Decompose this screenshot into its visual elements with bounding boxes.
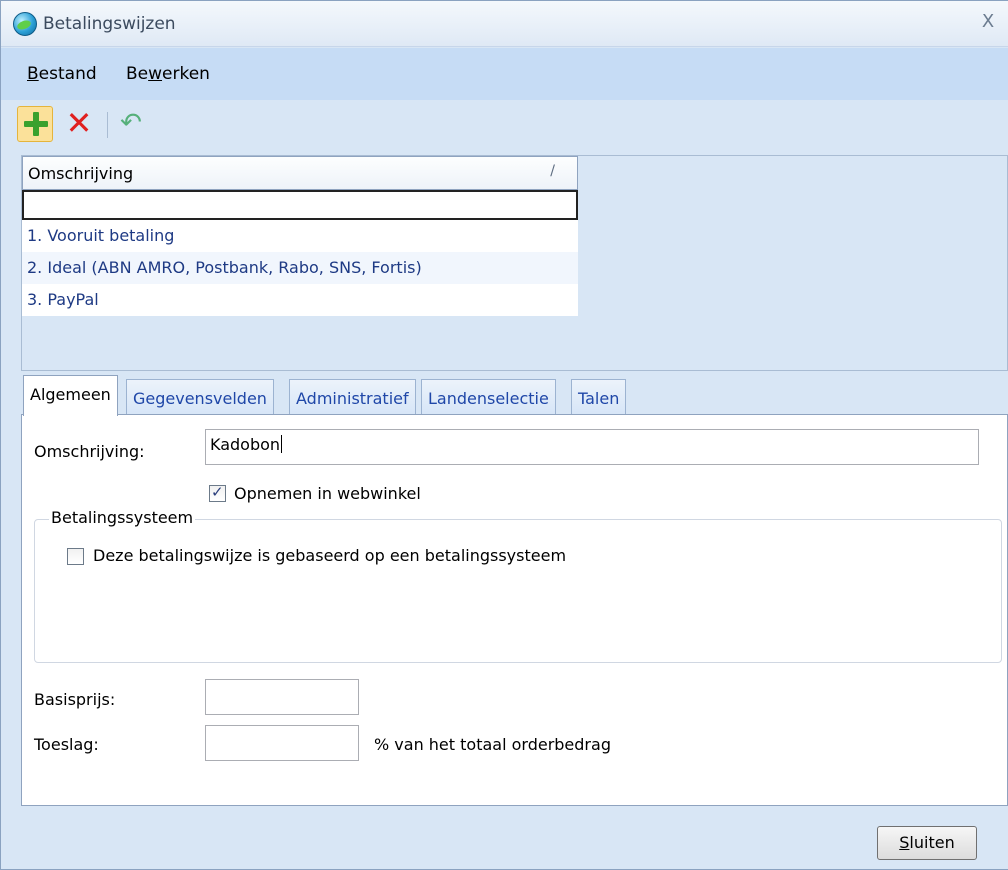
menu-bewerken[interactable]: Bewerken [126,64,210,84]
tab-talen[interactable]: Talen [571,379,627,415]
delete-icon[interactable]: ✕ [61,106,97,142]
table-row[interactable]: 3. PayPal [22,284,578,316]
omschrijving-label: Omschrijving: [34,442,145,461]
window-title: Betalingswijzen [43,14,176,34]
webwinkel-checkbox[interactable] [209,483,226,502]
basisprijs-input[interactable] [205,679,359,715]
sluiten-button[interactable]: Sluiten [877,826,977,860]
sort-indicator-icon: / [550,163,555,179]
column-header-label: Omschrijving [28,164,134,183]
basisprijs-label: Basisprijs: [34,690,116,709]
list-panel: Omschrijving / 1. Vooruit betaling 2. Id… [21,155,1008,371]
betalingssysteem-checkbox[interactable] [67,548,84,565]
text-caret [281,435,283,453]
betalingssysteem-group-title: Betalingssysteem [49,508,196,527]
tab-gegevensvelden[interactable]: Gegevensvelden [126,379,274,415]
omschrijving-value: Kadobon [210,435,281,454]
column-header-omschrijving[interactable]: Omschrijving / [22,156,578,190]
tab-algemeen[interactable]: Algemeen [23,375,118,416]
row-text: 1. Vooruit betaling [27,226,175,245]
toeslag-label: Toeslag: [34,735,99,754]
betalingssysteem-group: Betalingssysteem Deze betalingswijze is … [34,508,1002,663]
row-text: 3. PayPal [27,290,99,309]
close-button[interactable]: X [977,11,999,33]
menu-bar: Bestand Bewerken [1,48,1008,100]
undo-icon[interactable]: ↶ [113,106,149,142]
row-text: 2. Ideal (ABN AMRO, Postbank, Rabo, SNS,… [27,258,422,277]
table-row[interactable]: 2. Ideal (ABN AMRO, Postbank, Rabo, SNS,… [22,252,578,284]
toolbar: ✕ ↶ [1,100,1008,152]
payment-methods-grid: Omschrijving / 1. Vooruit betaling 2. Id… [22,156,578,316]
title-bar: Betalingswijzen X [1,1,1008,47]
globe-icon [13,12,37,36]
tab-landenselectie[interactable]: Landenselectie [421,379,556,415]
filter-row-input[interactable] [22,190,578,220]
window: Betalingswijzen X Bestand Bewerken ✕ ↶ O… [0,0,1008,870]
toeslag-input[interactable] [205,725,359,761]
toeslag-suffix: % van het totaal orderbedrag [374,735,611,754]
toolbar-separator [107,112,108,138]
add-icon[interactable] [17,106,53,142]
table-row[interactable]: 1. Vooruit betaling [22,220,578,252]
tab-strip: Algemeen Gegevensvelden Administratief L… [21,375,1008,416]
omschrijving-input[interactable]: Kadobon [205,429,979,465]
tab-administratief[interactable]: Administratief [289,379,416,415]
betalingssysteem-label: Deze betalingswijze is gebaseerd op een … [93,546,567,565]
webwinkel-label: Opnemen in webwinkel [234,484,421,503]
tab-page-algemeen: Omschrijving: Kadobon Opnemen in webwink… [21,414,1008,806]
menu-bestand[interactable]: Bestand [27,64,97,84]
